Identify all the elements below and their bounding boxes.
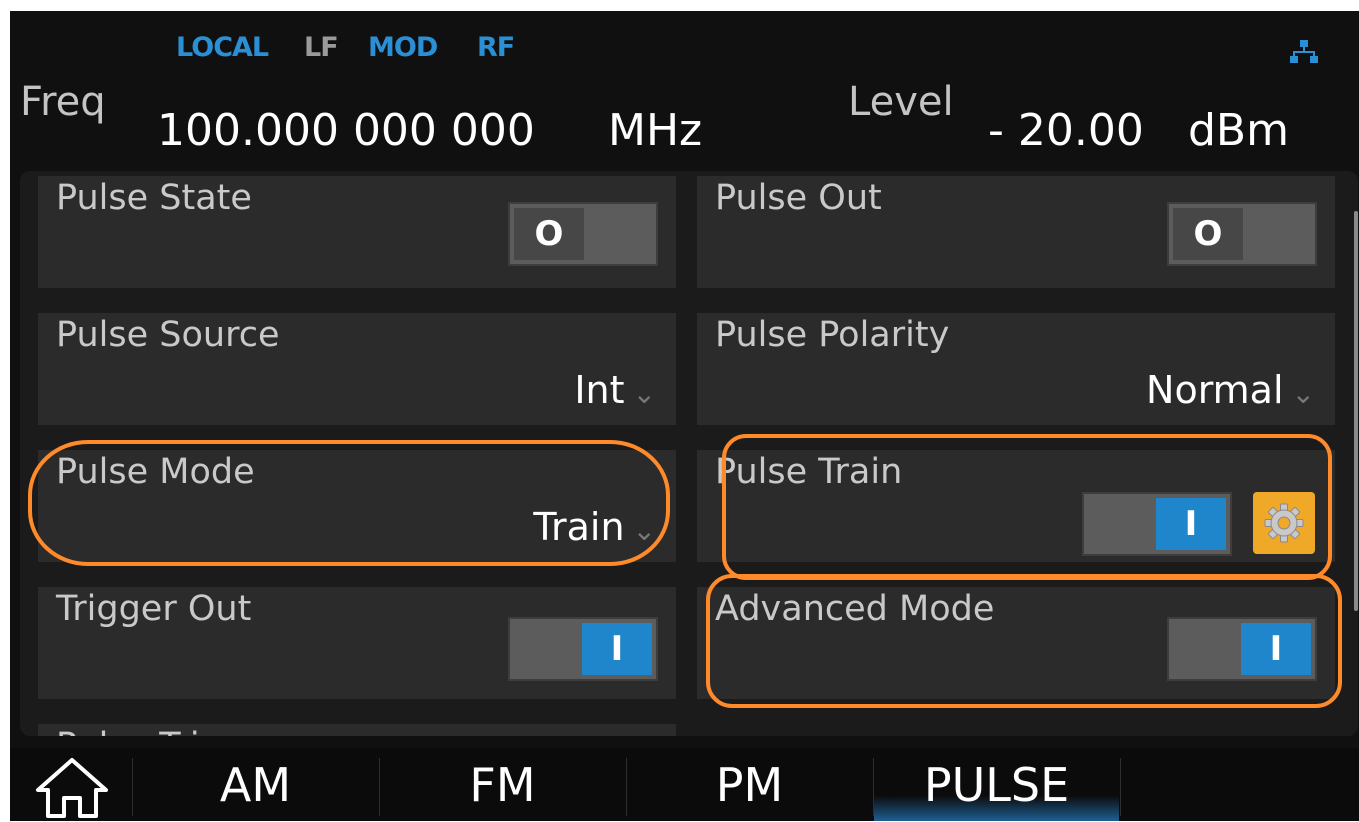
toggle-knob: O	[1173, 208, 1243, 260]
freq-value[interactable]: 100.000 000 000	[157, 105, 535, 156]
pulse-source-tile[interactable]: Pulse Source Int ⌄	[38, 313, 676, 425]
pulse-train-tile[interactable]: Pulse Train I	[697, 450, 1335, 562]
scrollbar[interactable]	[1354, 211, 1358, 611]
home-button[interactable]	[30, 754, 114, 818]
advanced-mode-tile[interactable]: Advanced Mode I	[697, 587, 1335, 699]
pulse-trigger-label: Pulse Trigger	[56, 726, 280, 736]
pulse-source-label: Pulse Source	[56, 315, 280, 355]
toggle-knob: I	[1156, 498, 1226, 550]
pulse-source-value: Int	[574, 368, 625, 412]
bottom-tab-bar: AM FM PM PULSE	[10, 748, 1359, 821]
status-local: LOCAL	[176, 32, 269, 63]
trigger-out-label: Trigger Out	[56, 589, 252, 629]
chevron-down-icon: ⌄	[632, 514, 656, 547]
level-label: Level	[848, 79, 954, 125]
network-icon	[1290, 40, 1318, 63]
freq-label: Freq	[20, 79, 106, 125]
pulse-state-tile[interactable]: Pulse State O	[38, 176, 676, 288]
pulse-train-toggle[interactable]: I	[1082, 492, 1232, 556]
pulse-mode-label: Pulse Mode	[56, 452, 255, 492]
pulse-mode-value: Train	[533, 505, 625, 549]
pulse-polarity-value: Normal	[1146, 368, 1284, 412]
chevron-down-icon: ⌄	[1291, 377, 1315, 410]
tab-pm[interactable]: PM	[627, 748, 872, 821]
pulse-mode-dropdown[interactable]: Train ⌄	[533, 505, 656, 549]
status-lf: LF	[304, 32, 339, 63]
advanced-mode-label: Advanced Mode	[715, 589, 995, 629]
tab-fm[interactable]: FM	[380, 748, 625, 821]
pulse-polarity-label: Pulse Polarity	[715, 315, 950, 355]
tab-pulse[interactable]: PULSE	[874, 748, 1119, 821]
freq-unit[interactable]: MHz	[608, 105, 702, 156]
pulse-state-label: Pulse State	[56, 178, 252, 218]
toggle-knob: O	[514, 208, 584, 260]
instrument-screen: LOCAL LF MOD RF Freq 100.000 000 000 MHz…	[10, 11, 1359, 821]
advanced-mode-toggle[interactable]: I	[1167, 617, 1317, 681]
pulse-source-dropdown[interactable]: Int ⌄	[574, 368, 656, 412]
pulse-mode-tile[interactable]: Pulse Mode Train ⌄	[38, 450, 676, 562]
status-rf: RF	[477, 32, 515, 63]
pulse-state-toggle[interactable]: O	[508, 202, 658, 266]
home-icon	[36, 758, 108, 818]
pulse-out-label: Pulse Out	[715, 178, 882, 218]
pulse-polarity-dropdown[interactable]: Normal ⌄	[1146, 368, 1315, 412]
pulse-train-settings-button[interactable]	[1253, 492, 1315, 554]
pulse-polarity-tile[interactable]: Pulse Polarity Normal ⌄	[697, 313, 1335, 425]
pulse-out-toggle[interactable]: O	[1167, 202, 1317, 266]
level-value[interactable]: - 20.00	[988, 105, 1144, 156]
trigger-out-tile[interactable]: Trigger Out I	[38, 587, 676, 699]
pulse-settings-panel: Pulse State O Pulse Out O Pulse Source I…	[20, 171, 1358, 736]
toggle-knob: I	[1241, 623, 1311, 675]
level-unit[interactable]: dBm	[1188, 105, 1289, 156]
gear-icon	[1264, 503, 1304, 543]
chevron-down-icon: ⌄	[632, 377, 656, 410]
tab-divider	[1120, 758, 1121, 816]
pulse-out-tile[interactable]: Pulse Out O	[697, 176, 1335, 288]
pulse-trigger-tile[interactable]: Pulse Trigger	[38, 724, 676, 736]
tab-am[interactable]: AM	[133, 748, 378, 821]
trigger-out-toggle[interactable]: I	[508, 617, 658, 681]
status-mod: MOD	[368, 32, 438, 63]
toggle-knob: I	[582, 623, 652, 675]
pulse-train-label: Pulse Train	[715, 452, 903, 492]
